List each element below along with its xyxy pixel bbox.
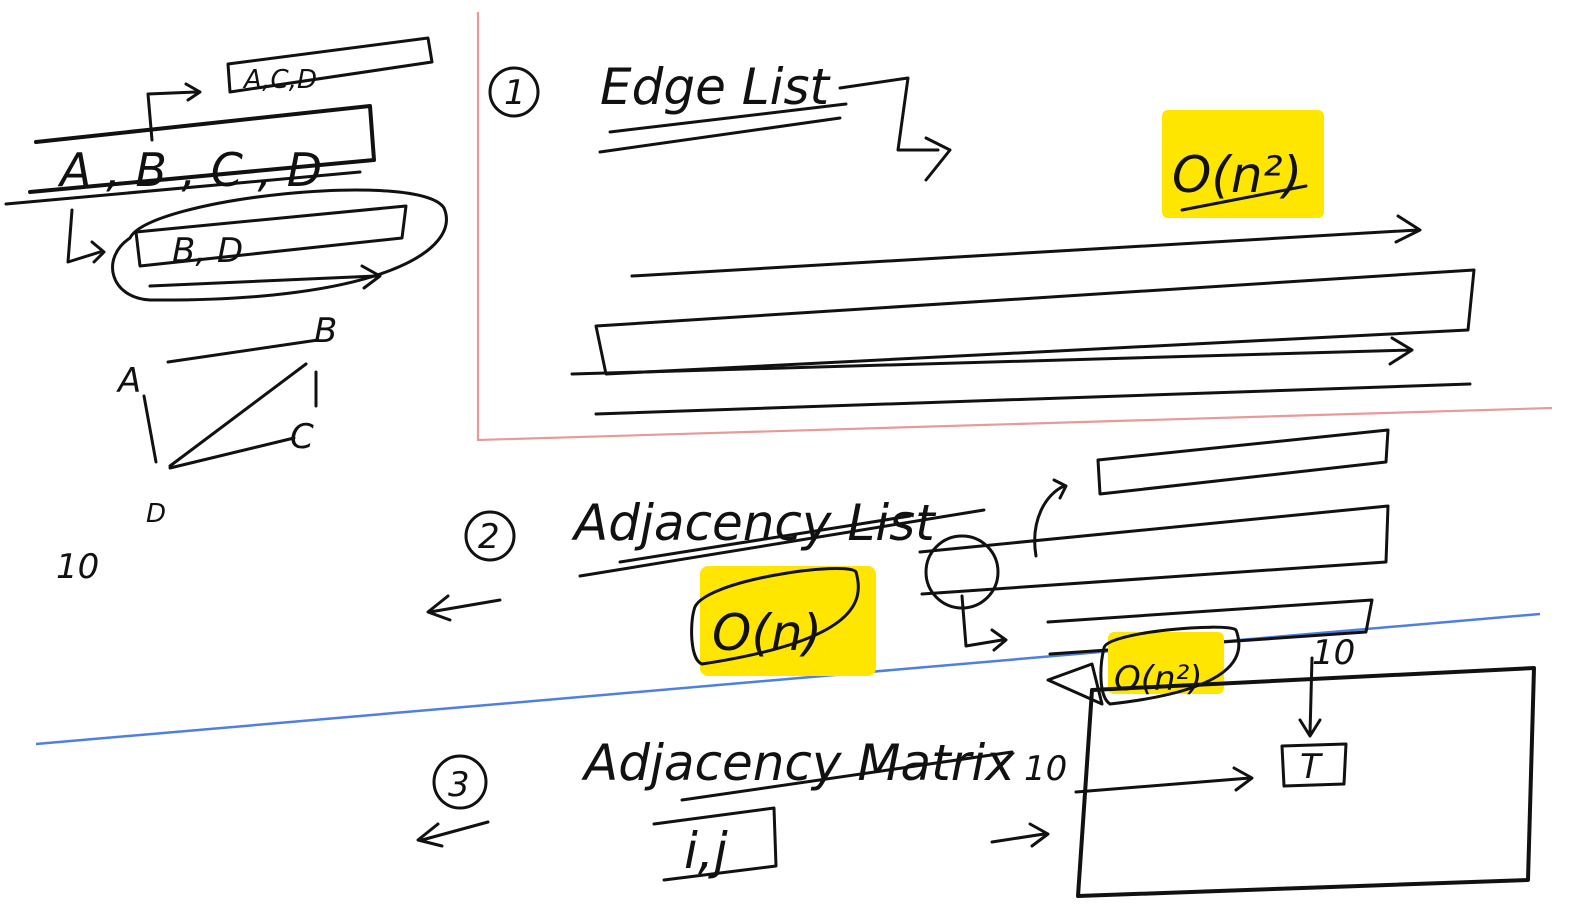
section-adjacency-matrix: 3 Adjacency Matrix i,j 10 10 T — [416, 633, 1536, 898]
section-1-number: 1 — [504, 73, 526, 113]
arrow-to-top-box — [146, 82, 202, 142]
edge-a-b — [166, 338, 320, 364]
edge-list-bar-1 — [630, 214, 1422, 278]
matrix-rows-label: 10 — [1024, 749, 1067, 789]
section-2-title: Adjacency List — [571, 494, 937, 552]
adj-list-arrow-up — [1033, 478, 1068, 558]
section-2-number: 2 — [478, 517, 500, 557]
section-2-complexity: O(n) — [712, 604, 822, 662]
node-b-label: B — [314, 311, 337, 351]
section-2-left-arrow — [426, 594, 502, 622]
edge-a-d — [142, 394, 158, 464]
edge-list-bar-4 — [594, 382, 1472, 416]
matrix-cell-value: T — [1300, 747, 1323, 787]
edge-list-bar-2 — [594, 268, 1476, 376]
whiteboard-canvas: A,C,D A , B , C , D B, D A B C D 10 1 Ed… — [4, 12, 1553, 898]
section-3-left-arrow — [416, 820, 490, 848]
left-linked-list-sketch: A,C,D A , B , C , D B, D — [4, 36, 448, 302]
section-adjacency-list: 2 Adjacency List O(n) O(n²) — [426, 428, 1390, 706]
section-2-overlap-complexity: O(n²) — [1114, 659, 1202, 699]
left-count-label: 10 — [56, 547, 99, 587]
section-3-index-label: i,j — [684, 822, 728, 880]
sub-list-label: B, D — [172, 231, 243, 271]
section-1-complexity: O(n²) — [1172, 146, 1302, 204]
adj-list-arrow-down — [960, 594, 1008, 652]
matrix-cols-label: 10 — [1312, 633, 1355, 673]
section-edge-list: 1 Edge List O(n²) — [488, 58, 1476, 416]
section-1-title: Edge List — [600, 58, 832, 116]
left-graph-sketch: A B C D 10 — [56, 311, 337, 587]
top-list-box-label: A,C,D — [242, 65, 317, 95]
main-list-label: A , B , C , D — [57, 143, 322, 197]
section-3-right-arrow — [990, 822, 1050, 848]
matrix-wedge — [1046, 662, 1104, 706]
matrix-row-arrow — [1074, 766, 1254, 794]
section-3-number: 3 — [448, 765, 470, 805]
sub-list-arrow — [66, 208, 106, 264]
section-1-pointer-arrow — [838, 76, 952, 182]
node-a-label: A — [116, 361, 141, 401]
node-d-label: D — [146, 499, 166, 529]
adj-list-box-top — [1096, 428, 1390, 496]
